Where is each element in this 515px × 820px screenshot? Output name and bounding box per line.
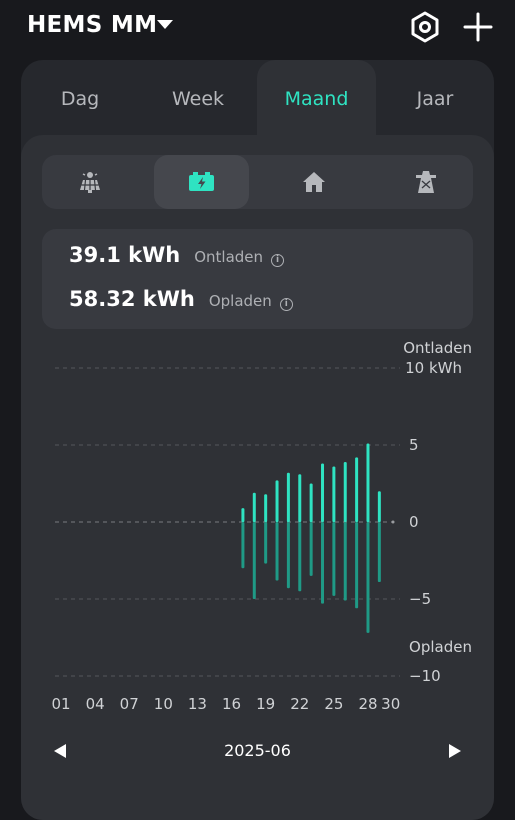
chart-bottom-label: Opladen (409, 638, 472, 656)
charge-bar[interactable] (355, 522, 359, 609)
discharge-bar[interactable] (343, 461, 347, 522)
discharge-bar[interactable] (366, 443, 370, 522)
discharge-bar[interactable] (275, 480, 279, 522)
y-tick-label: −10 (409, 667, 441, 685)
discharge-bar[interactable] (355, 457, 359, 522)
x-tick-label: 04 (86, 695, 105, 713)
y-tick-label: 5 (409, 436, 419, 454)
y-tick-label: 0 (409, 513, 419, 531)
charge-bar[interactable] (298, 522, 302, 592)
next-month-arrow-icon[interactable] (449, 744, 461, 758)
discharge-bar[interactable] (321, 463, 325, 522)
x-tick-label: 16 (222, 695, 241, 713)
charge-bar[interactable] (332, 522, 336, 596)
discharge-bar[interactable] (241, 508, 245, 522)
charge-bar[interactable] (321, 522, 325, 604)
discharge-bar[interactable] (252, 492, 256, 522)
discharge-bar[interactable] (332, 466, 336, 522)
charge-bar[interactable] (241, 522, 245, 569)
charge-bar[interactable] (264, 522, 268, 564)
charge-bar[interactable] (286, 522, 290, 589)
period-label: 2025-06 (224, 741, 291, 760)
x-tick-label: 10 (154, 695, 173, 713)
discharge-bar[interactable] (309, 483, 313, 523)
y-tick-label: −5 (409, 590, 431, 608)
x-tick-label: 13 (188, 695, 207, 713)
charge-bar[interactable] (343, 522, 347, 601)
charge-bar[interactable] (366, 522, 370, 633)
charge-bar[interactable] (275, 522, 279, 581)
chart-top-label: Ontladen (403, 339, 472, 357)
discharge-bar[interactable] (264, 494, 268, 522)
x-tick-label: 01 (51, 695, 70, 713)
x-tick-label: 30 (381, 695, 400, 713)
charge-bar[interactable] (252, 522, 256, 599)
charge-bar[interactable] (377, 522, 381, 583)
discharge-bar[interactable] (286, 472, 290, 522)
charge-bar[interactable] (309, 522, 313, 576)
discharge-bar[interactable] (377, 491, 381, 522)
x-tick-label: 22 (290, 695, 309, 713)
zero-line-marker (391, 520, 395, 524)
discharge-bar[interactable] (298, 474, 302, 522)
x-tick-label: 19 (256, 695, 275, 713)
x-tick-label: 07 (120, 695, 139, 713)
energy-bar-chart: Ontladen Opladen 10 kWh 5 0 −5 −10 01 04 07 10 1… (51, 339, 472, 713)
y-tick-label: 10 kWh (405, 359, 462, 377)
x-tick-label: 28 (358, 695, 377, 713)
x-tick-label: 25 (324, 695, 343, 713)
